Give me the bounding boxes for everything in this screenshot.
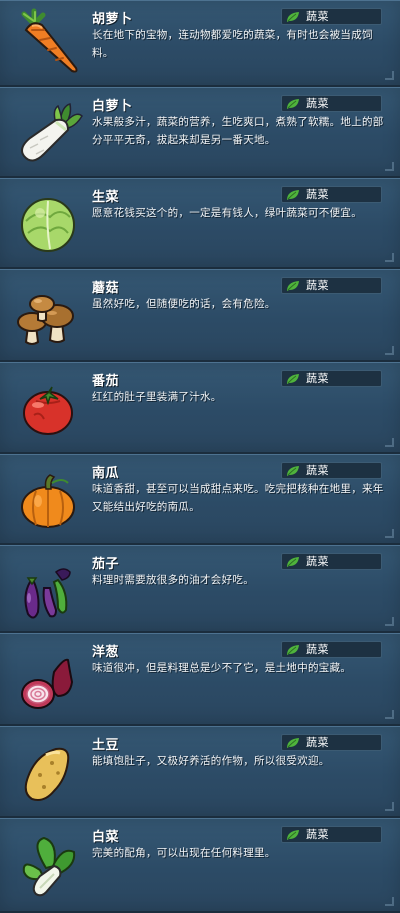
item-name: 洋葱 xyxy=(92,645,120,660)
leaf-icon xyxy=(287,12,299,22)
category-tag: 蔬菜 xyxy=(281,462,382,479)
leaf-icon xyxy=(287,738,299,748)
category-label: 蔬菜 xyxy=(306,372,329,385)
category-tag: 蔬菜 xyxy=(281,734,382,751)
list-item[interactable]: 土豆 蔬菜 能填饱肚子，又极好养活的作物，所以很受欢迎。 xyxy=(0,726,400,818)
category-label: 蔬菜 xyxy=(306,828,329,841)
leaf-icon xyxy=(287,190,299,200)
item-name: 番茄 xyxy=(92,374,120,389)
category-tag: 蔬菜 xyxy=(281,826,382,843)
category-label: 蔬菜 xyxy=(306,464,329,477)
leaf-icon xyxy=(287,281,299,291)
item-description: 长在地下的宝物，连动物都爱吃的蔬菜，有时也会被当成饲料。 xyxy=(92,29,373,59)
list-item[interactable]: 茄子 蔬菜 料理时需要放很多的油才会好吃。 xyxy=(0,545,400,633)
item-name: 土豆 xyxy=(92,738,120,753)
category-tag: 蔬菜 xyxy=(281,553,382,570)
item-name: 茄子 xyxy=(92,557,120,572)
item-description: 红红的肚子里装满了汁水。 xyxy=(92,391,222,403)
item-name: 蘑菇 xyxy=(92,281,120,296)
vegetable-list: 胡萝卜 蔬菜 长在地下的宝物，连动物都爱吃的蔬菜，有时也会被当成饲料。 白萝卜 … xyxy=(0,0,400,913)
item-name: 白萝卜 xyxy=(92,99,133,114)
item-name: 生菜 xyxy=(92,190,120,205)
list-item[interactable]: 胡萝卜 蔬菜 长在地下的宝物，连动物都爱吃的蔬菜，有时也会被当成饲料。 xyxy=(0,0,400,87)
lettuce-icon xyxy=(10,187,88,265)
pumpkin-icon xyxy=(10,463,88,541)
leaf-icon xyxy=(287,374,299,384)
list-item[interactable]: 番茄 蔬菜 红红的肚子里装满了汁水。 xyxy=(0,362,400,454)
daikon-radish-icon xyxy=(10,96,88,174)
category-label: 蔬菜 xyxy=(306,736,329,749)
item-description: 能填饱肚子，又极好养活的作物，所以很受欢迎。 xyxy=(92,755,330,767)
tomato-icon xyxy=(10,371,88,449)
category-tag: 蔬菜 xyxy=(281,641,382,658)
category-tag: 蔬菜 xyxy=(281,186,382,203)
category-tag: 蔬菜 xyxy=(281,95,382,112)
leaf-icon xyxy=(287,645,299,655)
leaf-icon xyxy=(287,830,299,840)
item-description: 虽然好吃，但随便吃的话，会有危险。 xyxy=(92,298,276,310)
leaf-icon xyxy=(287,557,299,567)
item-description: 料理时需要放很多的油才会好吃。 xyxy=(92,574,254,586)
item-description: 味道很冲，但是料理总是少不了它，是土地中的宝藏。 xyxy=(92,662,352,674)
list-item[interactable]: 南瓜 蔬菜 味道香甜，甚至可以当成甜点来吃。吃完把核种在地里，来年又能结出好吃的… xyxy=(0,454,400,545)
carrot-icon xyxy=(10,8,88,86)
item-description: 愿意花钱买这个的，一定是有钱人，绿叶蔬菜可不便宜。 xyxy=(92,207,362,219)
list-item[interactable]: 白菜 蔬菜 完美的配角，可以出现在任何料理里。 xyxy=(0,818,400,913)
list-item[interactable]: 蘑菇 蔬菜 虽然好吃，但随便吃的话，会有危险。 xyxy=(0,269,400,362)
category-label: 蔬菜 xyxy=(306,188,329,201)
category-tag: 蔬菜 xyxy=(281,277,382,294)
item-description: 水果般多汁，蔬菜的营养，生吃爽口，煮熟了软糯。地上的部分平平无奇，拔起来却是另一… xyxy=(92,116,384,146)
bok-choy-icon xyxy=(10,828,88,906)
category-label: 蔬菜 xyxy=(306,279,329,292)
item-description: 完美的配角，可以出现在任何料理里。 xyxy=(92,847,276,859)
category-tag: 蔬菜 xyxy=(281,8,382,25)
item-name: 胡萝卜 xyxy=(92,12,133,27)
category-tag: 蔬菜 xyxy=(281,370,382,387)
mushroom-icon xyxy=(10,278,88,356)
category-label: 蔬菜 xyxy=(306,97,329,110)
list-item[interactable]: 生菜 蔬菜 愿意花钱买这个的，一定是有钱人，绿叶蔬菜可不便宜。 xyxy=(0,178,400,269)
potato-icon xyxy=(10,735,88,813)
onion-icon xyxy=(10,642,88,720)
leaf-icon xyxy=(287,466,299,476)
category-label: 蔬菜 xyxy=(306,10,329,23)
list-item[interactable]: 洋葱 蔬菜 味道很冲，但是料理总是少不了它，是土地中的宝藏。 xyxy=(0,633,400,726)
leaf-icon xyxy=(287,99,299,109)
category-label: 蔬菜 xyxy=(306,643,329,656)
category-label: 蔬菜 xyxy=(306,555,329,568)
item-name: 白菜 xyxy=(92,830,120,845)
item-name: 南瓜 xyxy=(92,466,120,481)
eggplant-icon xyxy=(10,552,88,630)
list-item[interactable]: 白萝卜 蔬菜 水果般多汁，蔬菜的营养，生吃爽口，煮熟了软糯。地上的部分平平无奇，… xyxy=(0,87,400,178)
item-description: 味道香甜，甚至可以当成甜点来吃。吃完把核种在地里，来年又能结出好吃的南瓜。 xyxy=(92,483,384,513)
